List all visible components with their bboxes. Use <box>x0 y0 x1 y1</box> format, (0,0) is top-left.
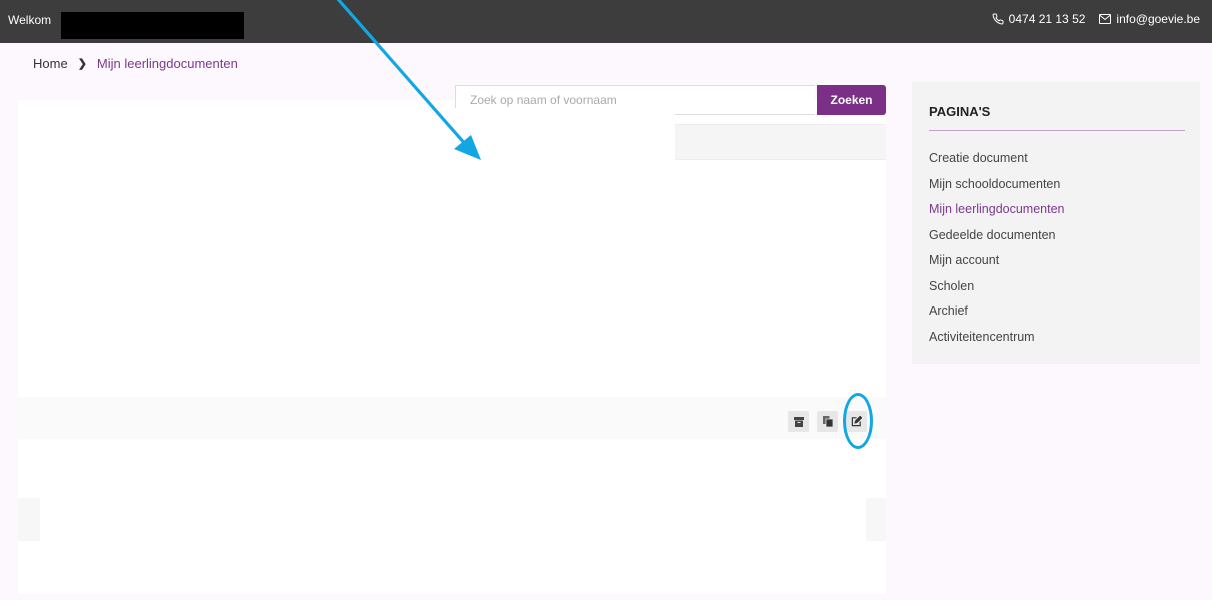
sidebar-item-activiteitencentrum[interactable]: Activiteitencentrum <box>929 329 1065 355</box>
annotation-ring <box>843 393 873 449</box>
sidebar-item-creatie-document[interactable]: Creatie document <box>929 150 1065 176</box>
sidebar-item-mijn-schooldocumenten[interactable]: Mijn schooldocumenten <box>929 176 1065 202</box>
sidebar-item-mijn-leerlingdocumenten[interactable]: Mijn leerlingdocumenten <box>929 201 1065 227</box>
sidebar-item-mijn-account[interactable]: Mijn account <box>929 252 1065 278</box>
sidebar: PAGINA'S Creatie document Mijn schooldoc… <box>912 82 1200 364</box>
sidebar-item-scholen[interactable]: Scholen <box>929 278 1065 304</box>
sidebar-divider <box>929 130 1185 131</box>
sidebar-title: PAGINA'S <box>929 104 991 119</box>
sidebar-item-gedeelde-documenten[interactable]: Gedeelde documenten <box>929 227 1065 253</box>
sidebar-item-archief[interactable]: Archief <box>929 303 1065 329</box>
sidebar-menu: Creatie document Mijn schooldocumenten M… <box>929 150 1065 354</box>
